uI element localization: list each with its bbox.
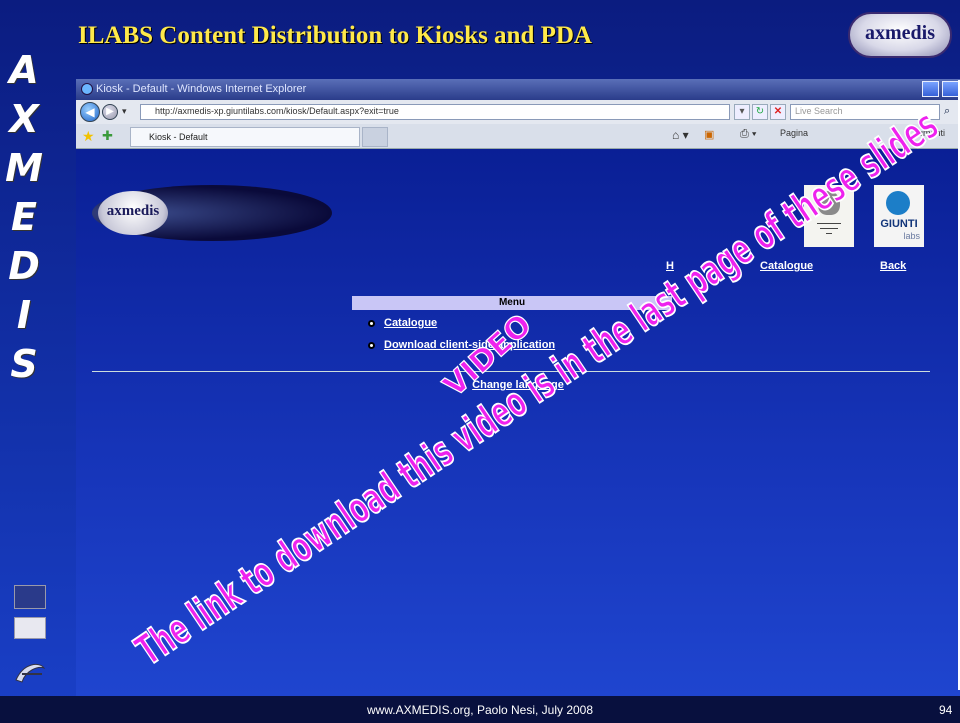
favorites-star-icon[interactable]: ★ <box>82 128 95 145</box>
side-letter: A <box>9 48 39 92</box>
internet-explorer-icon <box>81 83 93 95</box>
eu-flag-logo <box>14 585 46 609</box>
page-axmedis-logo: axmedis <box>98 191 168 235</box>
footer-text: www.AXMEDIS.org, Paolo Nesi, July 2008 <box>366 703 594 717</box>
tab-kiosk-default[interactable]: Kiosk - Default <box>130 127 360 147</box>
forward-arrow-icon[interactable]: ▶ <box>102 104 118 120</box>
page-number: 94 <box>939 703 953 717</box>
axmedis-logo-text: axmedis <box>865 22 935 44</box>
search-icon[interactable]: ⌕ <box>944 105 950 118</box>
programme-logo <box>14 617 46 639</box>
side-letter: M <box>5 146 43 190</box>
menu-bullet-icon <box>368 320 375 327</box>
slide-title: ILABS Content Distribution to Kiosks and… <box>78 22 592 49</box>
browser-titlebar: Kiosk - Default - Windows Internet Explo… <box>76 79 960 100</box>
page-menu[interactable]: Pagina <box>780 128 808 138</box>
nav-back-link[interactable]: Back <box>880 260 906 272</box>
minimize-button[interactable] <box>922 81 939 97</box>
url-field[interactable]: http://axmedis-xp.giuntilabs.com/kiosk/D… <box>140 104 730 120</box>
axmedis-logo: axmedis <box>848 12 952 58</box>
side-letter: X <box>9 97 39 141</box>
giunti-logo-text: GIUNTI <box>880 218 918 230</box>
feeds-icon[interactable]: ▣ <box>704 128 714 141</box>
back-arrow-icon[interactable]: ◀ <box>80 102 100 122</box>
ist-logo-icon <box>15 663 46 683</box>
side-letter: I <box>16 293 32 337</box>
side-axmedis-letters: A X M E D I S <box>4 46 44 389</box>
address-bar: ◀ ▶ ▾ http://axmedis-xp.giuntilabs.com/k… <box>76 100 960 124</box>
history-dropdown-icon[interactable]: ▾ <box>122 106 127 117</box>
side-letter: E <box>11 195 37 239</box>
new-tab-button[interactable] <box>362 127 388 147</box>
giunti-labs-logo: GIUNTI labs <box>874 185 924 247</box>
page-divider <box>92 371 930 372</box>
refresh-icon[interactable]: ↻ <box>752 104 768 120</box>
tab-bar: ★ ✚ Kiosk - Default ⌂ ▾ ▣ ⎙ ▾ Pagina ume… <box>76 124 960 149</box>
page-logo-text: axmedis <box>106 203 160 219</box>
menu-bullet-icon <box>368 342 375 349</box>
side-letter: D <box>8 244 40 288</box>
stop-icon[interactable]: ✕ <box>770 104 786 120</box>
side-letter: S <box>10 342 38 386</box>
menu-catalogue-link[interactable]: Catalogue <box>384 317 437 329</box>
url-dropdown-icon[interactable]: ▾ <box>734 104 750 120</box>
giunti-g-icon <box>886 191 910 215</box>
window-title: Kiosk - Default - Windows Internet Explo… <box>96 83 307 95</box>
maximize-button[interactable] <box>942 81 959 97</box>
giunti-logo-sub: labs <box>903 231 920 241</box>
add-favorites-icon[interactable]: ✚ <box>102 128 113 144</box>
home-icon[interactable]: ⌂ ▾ <box>672 128 689 142</box>
print-icon[interactable]: ⎙ ▾ <box>740 128 756 141</box>
tab-label: Kiosk - Default <box>149 132 208 142</box>
